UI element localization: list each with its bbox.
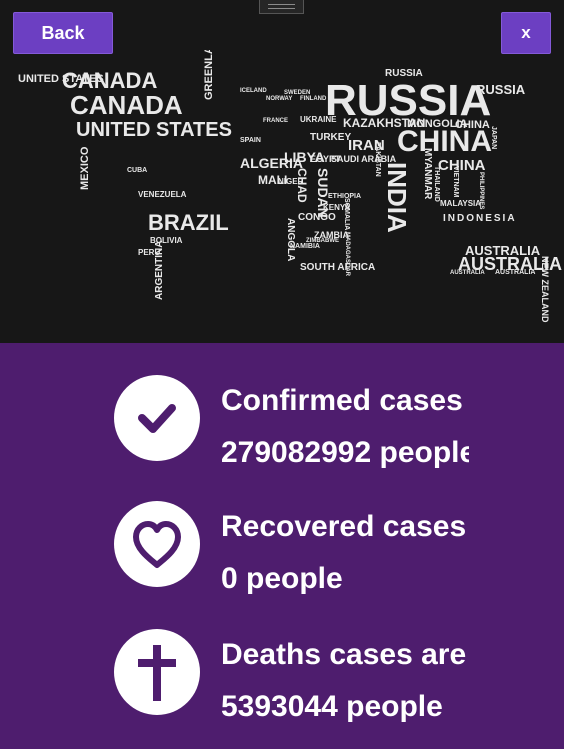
map-word: FRANCE xyxy=(263,118,288,124)
close-button[interactable]: x xyxy=(501,12,551,54)
map-word: MALAYSIA xyxy=(440,199,481,208)
stats-panel: Confirmed cases 279082992 people Recover… xyxy=(0,343,564,749)
recovered-value: 0 people xyxy=(221,562,343,595)
map-word: CONGO xyxy=(298,212,336,223)
world-map-banner: UNITED STATES CANADA CANADA UNITED STATE… xyxy=(0,0,564,343)
map-word: BRAZIL xyxy=(148,210,229,235)
map-word: TURKEY xyxy=(310,132,351,143)
heart-icon xyxy=(114,501,200,587)
check-icon xyxy=(114,375,200,461)
cross-icon xyxy=(114,629,200,715)
map-word: CHINA xyxy=(455,119,490,131)
map-word: INDONESIA xyxy=(443,213,517,224)
map-word: ICELAND xyxy=(240,88,267,94)
map-word: AUSTRALIA xyxy=(450,270,485,276)
map-word: JAPAN xyxy=(490,126,497,149)
deaths-row: Deaths cases are 5393044 people xyxy=(0,629,564,749)
map-word: SPAIN xyxy=(240,137,261,144)
map-word: ETHIOPIA xyxy=(328,193,361,200)
map-word: ANGOLA xyxy=(285,218,296,261)
map-word: NEW ZEALAND xyxy=(540,256,550,323)
map-word: UKRAINE xyxy=(300,115,337,124)
map-word: CANADA xyxy=(70,90,183,120)
map-word: PHILIPPINES xyxy=(478,172,484,209)
recovered-row: Recovered cases 0 people xyxy=(0,501,564,621)
confirmed-title: Confirmed cases xyxy=(221,384,463,417)
map-word: SAUDI ARABIA xyxy=(331,154,397,164)
map-word: VIETNAM xyxy=(452,166,459,198)
drag-handle[interactable] xyxy=(259,0,304,14)
deaths-title: Deaths cases are xyxy=(221,638,467,671)
map-word: SOUTH AFRICA xyxy=(300,262,375,273)
map-word: ZIMBABWE xyxy=(306,238,339,244)
map-word: PERU xyxy=(138,248,160,257)
confirmed-value: 279082992 people xyxy=(221,436,469,469)
map-word: UNITED STATES xyxy=(76,119,232,141)
map-word: CUBA xyxy=(127,167,147,174)
map-word: NORWAY xyxy=(266,96,292,102)
map-word: MADAGASCAR xyxy=(344,232,350,277)
map-word: AUSTRALIA xyxy=(495,269,535,276)
map-word: FINLAND xyxy=(300,96,327,102)
map-word: MEXICO xyxy=(79,146,91,190)
map-word: RUSSIA xyxy=(476,82,526,97)
deaths-value: 5393044 people xyxy=(221,690,443,723)
confirmed-row: Confirmed cases 279082992 people xyxy=(0,375,564,495)
map-word: PAKISTAN xyxy=(374,142,381,177)
map-word: INDIA xyxy=(382,162,412,233)
back-button[interactable]: Back xyxy=(13,12,113,54)
map-word: MYANMAR xyxy=(422,148,433,200)
map-word: RUSSIA xyxy=(385,68,423,79)
world-map-image: UNITED STATES CANADA CANADA UNITED STATE… xyxy=(18,50,562,323)
map-word: ALGERIA xyxy=(240,155,303,171)
app-window: UNITED STATES CANADA CANADA UNITED STATE… xyxy=(0,0,564,749)
map-word: SOMALIA xyxy=(343,198,350,230)
map-word: MALI xyxy=(258,173,287,187)
map-word: VENEZUELA xyxy=(138,190,187,199)
map-word: GREENLAND xyxy=(203,50,215,100)
map-word: THAILAND xyxy=(433,166,440,202)
recovered-title: Recovered cases xyxy=(221,510,467,543)
map-word: NAMIBIA xyxy=(290,243,320,250)
